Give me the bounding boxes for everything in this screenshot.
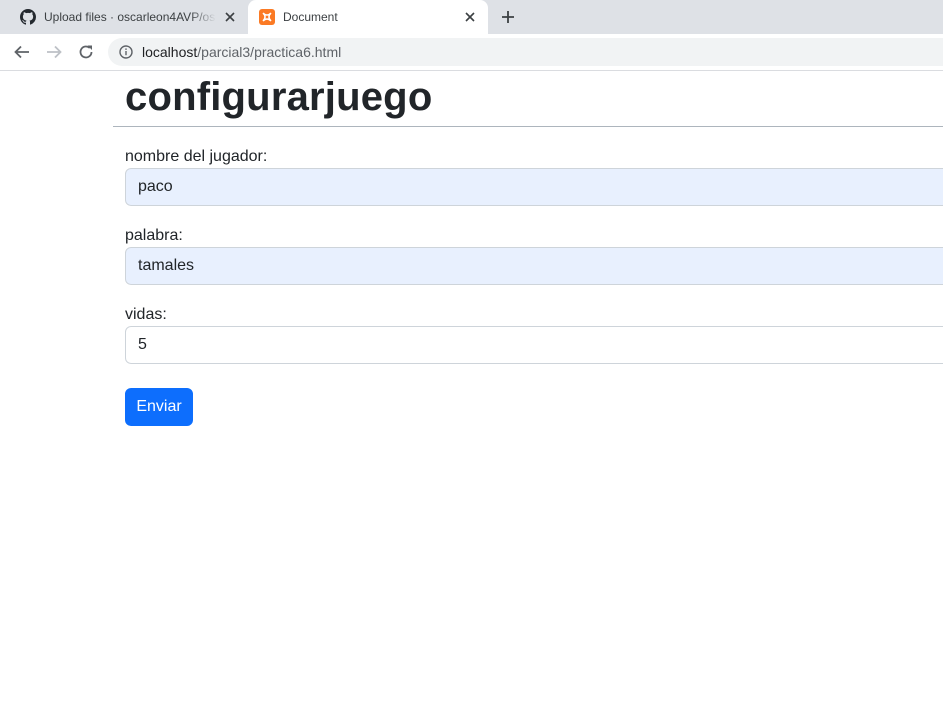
- form-group-lives: vidas:: [125, 305, 943, 364]
- reload-icon[interactable]: [76, 42, 96, 62]
- word-input[interactable]: [125, 247, 943, 285]
- url-text: localhost/parcial3/practica6.html: [142, 44, 341, 60]
- address-bar[interactable]: localhost/parcial3/practica6.html: [108, 38, 943, 66]
- player-name-input[interactable]: [125, 168, 943, 206]
- xampp-icon: [259, 9, 275, 25]
- tab-title: Document: [283, 10, 338, 24]
- lives-label: vidas:: [125, 306, 167, 323]
- form-group-player-name: nombre del jugador:: [125, 147, 943, 206]
- url-host: localhost: [142, 44, 198, 60]
- plus-icon[interactable]: [500, 9, 516, 25]
- game-config-form: nombre del jugador: palabra: vidas: Envi…: [113, 127, 943, 426]
- forward-arrow-icon[interactable]: [44, 42, 64, 62]
- lives-input[interactable]: [125, 326, 943, 364]
- info-icon[interactable]: [118, 44, 134, 60]
- tab-upload-files[interactable]: Upload files · oscarleon4AVP/oscarleon4A…: [8, 0, 248, 34]
- browser-toolbar: localhost/parcial3/practica6.html: [0, 34, 943, 71]
- player-name-label: nombre del jugador:: [125, 148, 268, 165]
- page-content: configurarjuego nombre del jugador: pala…: [113, 71, 943, 703]
- form-group-word: palabra:: [125, 226, 943, 285]
- word-label: palabra:: [125, 227, 183, 244]
- submit-button[interactable]: Enviar: [125, 388, 193, 426]
- tab-document[interactable]: Document: [248, 0, 488, 34]
- close-icon[interactable]: [462, 9, 478, 25]
- tab-title: Upload files · oscarleon4AVP/oscarleon4A…: [44, 10, 216, 24]
- page-header: configurarjuego: [113, 71, 943, 127]
- close-icon[interactable]: [222, 9, 238, 25]
- browser-tab-strip: Upload files · oscarleon4AVP/oscarleon4A…: [0, 0, 943, 34]
- url-path: /parcial3/practica6.html: [197, 44, 342, 60]
- back-arrow-icon[interactable]: [12, 42, 32, 62]
- page-title: configurarjuego: [125, 75, 433, 119]
- github-icon: [20, 9, 36, 25]
